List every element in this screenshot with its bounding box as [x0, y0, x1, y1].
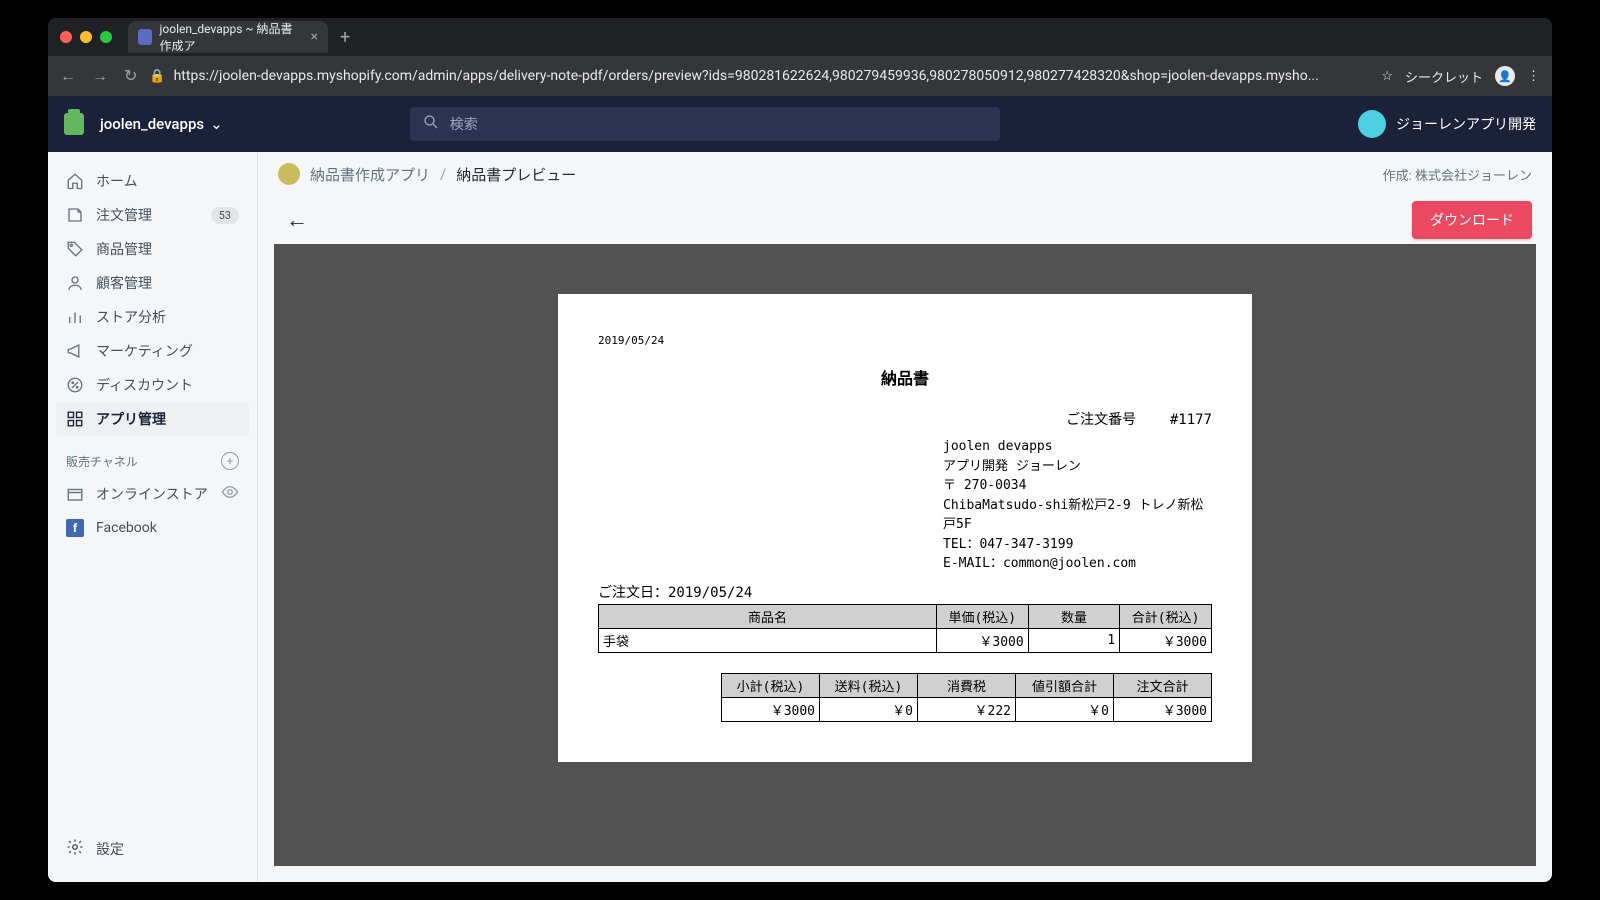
sidebar-item-label: マーケティング [96, 341, 193, 361]
sidebar-item-customers[interactable]: 顧客管理 [56, 266, 249, 300]
sidebar: ホーム 注文管理 53 商品管理 顧客管理 ストア分析 [48, 152, 258, 882]
breadcrumb-separator: / [440, 165, 446, 183]
col-subtotal: 小計(税込) [722, 673, 820, 697]
user-icon [66, 274, 84, 292]
maximize-window-button[interactable] [100, 31, 112, 43]
settings-label: 設定 [96, 839, 124, 859]
col-total: 合計(税込) [1120, 604, 1212, 628]
channel-online-store[interactable]: オンラインストア [56, 476, 249, 512]
summary-table: 小計(税込) 送料(税込) 消費税 値引額合計 注文合計 ￥3000 ￥0 ￥2… [721, 673, 1212, 722]
user-menu[interactable]: ジョーレンアプリ開発 [1358, 110, 1536, 138]
sidebar-item-label: ホーム [96, 171, 138, 191]
sidebar-item-orders[interactable]: 注文管理 53 [56, 198, 249, 232]
discount-icon [66, 376, 84, 394]
col-unit-price: 単価(税込) [936, 604, 1028, 628]
eye-icon[interactable] [221, 483, 239, 505]
megaphone-icon [66, 342, 84, 360]
col-qty: 数量 [1028, 604, 1120, 628]
col-ordertotal: 注文合計 [1114, 673, 1212, 697]
doc-order-date: ご注文日：2019/05/24 [598, 582, 1212, 602]
sidebar-item-label: 商品管理 [96, 239, 152, 259]
tab-title: joolen_devapps ~ 納品書作成ア [160, 20, 303, 54]
col-product-name: 商品名 [599, 604, 937, 628]
close-tab-icon[interactable]: × [311, 29, 318, 45]
doc-order-number: ご注文番号 #1177 [598, 409, 1212, 429]
shopify-logo-icon [64, 113, 84, 135]
tag-icon [66, 240, 84, 258]
channel-label: オンラインストア [96, 484, 208, 504]
sidebar-item-marketing[interactable]: マーケティング [56, 334, 249, 368]
sidebar-item-products[interactable]: 商品管理 [56, 232, 249, 266]
browser-address-bar: ← → ↻ 🔒 https://joolen-devapps.myshopify… [48, 56, 1552, 96]
sidebar-item-label: ストア分析 [96, 307, 166, 327]
shop-switcher[interactable]: joolen_devapps ⌄ [100, 115, 223, 133]
apps-icon [66, 410, 84, 428]
browser-titlebar: joolen_devapps ~ 納品書作成ア × + [48, 18, 1552, 56]
doc-title: 納品書 [598, 365, 1212, 389]
sidebar-item-apps[interactable]: アプリ管理 [56, 402, 249, 436]
orders-badge: 53 [211, 207, 239, 224]
add-channel-button[interactable]: + [221, 452, 239, 470]
col-tax: 消費税 [918, 673, 1016, 697]
gear-icon [66, 838, 84, 860]
back-button[interactable]: ← [278, 203, 316, 237]
star-icon[interactable]: ☆ [1381, 69, 1393, 84]
browser-tab[interactable]: joolen_devapps ~ 納品書作成ア × [128, 21, 328, 53]
download-button[interactable]: ダウンロード [1412, 201, 1532, 239]
doc-company-info: joolen devapps アプリ開発 ジョーレン 〒 270-0034 Ch… [943, 437, 1212, 574]
page-toolbar: ← ダウンロード [258, 196, 1552, 244]
table-row: ￥3000 ￥0 ￥222 ￥0 ￥3000 [722, 697, 1212, 721]
sidebar-item-discounts[interactable]: ディスカウント [56, 368, 249, 402]
close-window-button[interactable] [60, 31, 72, 43]
orders-icon [66, 206, 84, 224]
facebook-icon: f [66, 519, 84, 537]
document-preview-area[interactable]: 2019/05/24 納品書 ご注文番号 #1177 joolen devapp… [274, 244, 1536, 866]
search-placeholder: 検索 [450, 114, 478, 134]
doc-print-date: 2019/05/24 [598, 334, 1212, 347]
search-icon [422, 113, 440, 135]
breadcrumb: 納品書作成アプリ / 納品書プレビュー 作成: 株式会社ジョーレン [258, 152, 1552, 196]
app-credit: 作成: 株式会社ジョーレン [1383, 165, 1532, 184]
items-table: 商品名 単価(税込) 数量 合計(税込) 手袋 ￥3000 1 ￥3000 [598, 604, 1212, 653]
window-controls [60, 31, 112, 43]
back-icon[interactable]: ← [60, 66, 76, 86]
shop-name: joolen_devapps [100, 115, 204, 133]
tab-favicon [138, 29, 152, 45]
sidebar-item-label: ディスカウント [96, 375, 193, 395]
search-input[interactable]: 検索 [410, 107, 1000, 141]
sidebar-item-analytics[interactable]: ストア分析 [56, 300, 249, 334]
url-field[interactable]: 🔒 https://joolen-devapps.myshopify.com/a… [149, 68, 1369, 84]
app-topbar: joolen_devapps ⌄ 検索 ジョーレンアプリ開発 [48, 96, 1552, 152]
analytics-icon [66, 308, 84, 326]
url-text: https://joolen-devapps.myshopify.com/adm… [174, 68, 1319, 84]
menu-icon[interactable]: ⋮ [1527, 69, 1540, 84]
lock-icon: 🔒 [149, 69, 165, 84]
home-icon [66, 172, 84, 190]
channel-label: Facebook [96, 520, 157, 536]
sidebar-item-label: 顧客管理 [96, 273, 152, 293]
user-name: ジョーレンアプリ開発 [1396, 114, 1536, 134]
chevron-down-icon: ⌄ [210, 115, 223, 133]
sidebar-item-label: 注文管理 [96, 205, 152, 225]
delivery-note-document: 2019/05/24 納品書 ご注文番号 #1177 joolen devapp… [558, 294, 1252, 762]
store-icon [66, 485, 84, 503]
col-discount: 値引額合計 [1016, 673, 1114, 697]
minimize-window-button[interactable] [80, 31, 92, 43]
sidebar-item-label: アプリ管理 [96, 409, 166, 429]
incognito-label: シークレット [1405, 67, 1483, 86]
incognito-icon[interactable]: 👤 [1495, 66, 1515, 86]
forward-icon[interactable]: → [92, 66, 108, 86]
channels-section-label: 販売チャネル + [56, 436, 249, 476]
reload-icon[interactable]: ↻ [124, 66, 137, 86]
sidebar-item-home[interactable]: ホーム [56, 164, 249, 198]
channel-facebook[interactable]: f Facebook [56, 512, 249, 544]
app-icon [278, 163, 300, 185]
table-row: 手袋 ￥3000 1 ￥3000 [599, 628, 1212, 652]
avatar [1358, 110, 1386, 138]
breadcrumb-app[interactable]: 納品書作成アプリ [310, 164, 430, 185]
breadcrumb-page: 納品書プレビュー [456, 164, 576, 185]
col-shipping: 送料(税込) [820, 673, 918, 697]
new-tab-button[interactable]: + [340, 27, 350, 48]
sidebar-settings[interactable]: 設定 [56, 828, 249, 870]
